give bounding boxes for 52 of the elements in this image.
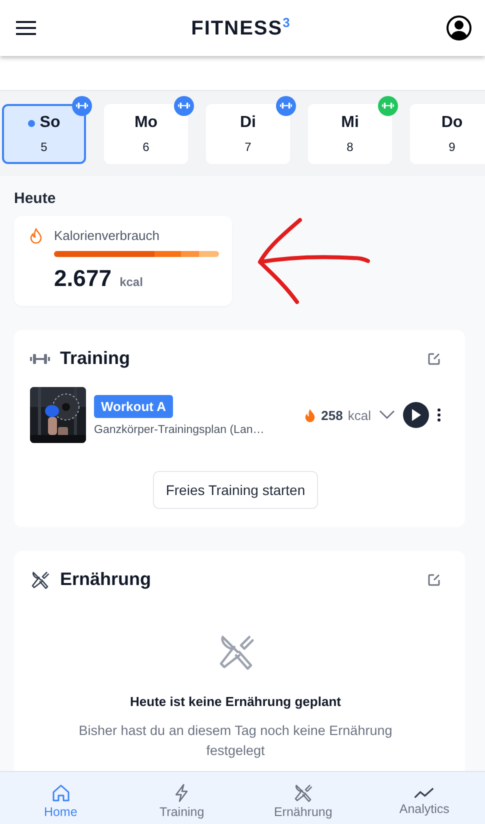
chevron-down-icon[interactable]	[379, 410, 395, 420]
dumbbell-icon	[30, 352, 50, 364]
more-icon[interactable]	[437, 408, 441, 422]
day-card[interactable]: Mi 8	[308, 104, 392, 164]
workout-kcal: 258	[321, 408, 343, 422]
day-card[interactable]: Do 9	[410, 104, 485, 164]
selected-dot	[28, 120, 35, 126]
free-training-button[interactable]: Freies Training starten	[152, 471, 318, 509]
calories-value: 2.677	[54, 265, 112, 292]
nav-item[interactable]: Training	[121, 772, 242, 824]
home-icon	[50, 783, 71, 803]
day-card[interactable]: Di 7	[206, 104, 290, 164]
calories-label: Kalorienverbrauch	[54, 228, 161, 243]
day-card[interactable]: Mo 6	[104, 104, 188, 164]
cutlery-icon	[30, 570, 50, 590]
workout-plan: Ganzkörper-Trainingsplan (Lan…	[94, 424, 266, 436]
day-label: Mo	[134, 114, 158, 132]
dumbbell-icon	[382, 102, 394, 110]
dumbbell-icon	[178, 102, 190, 110]
empty-title: Heute ist keine Ernährung geplant	[130, 694, 341, 709]
dumbbell-icon	[280, 102, 292, 110]
day-card[interactable]: So 5	[2, 104, 86, 164]
empty-text: Bisher hast du an diesem Tag noch keine Ernährung festgelegt	[78, 722, 394, 760]
play-button[interactable]	[403, 402, 429, 428]
edit-icon[interactable]	[427, 352, 441, 366]
day-date: 7	[244, 140, 252, 154]
play-icon	[411, 409, 421, 421]
app-logo: FITNESS$^{3}$	[191, 15, 291, 41]
day-date: 6	[142, 140, 150, 154]
dumbbell-icon	[76, 102, 88, 110]
day-label: Do	[441, 114, 463, 132]
menu-icon[interactable]	[16, 21, 36, 35]
day-label: Di	[240, 114, 256, 132]
day-label: Mi	[341, 114, 359, 132]
calories-unit: kcal	[120, 275, 143, 289]
trend-chart-icon	[413, 786, 436, 800]
card-title: Training	[60, 348, 132, 369]
kcal-unit: kcal	[348, 408, 371, 422]
day-date: 9	[448, 140, 456, 154]
day-date: 8	[346, 140, 354, 154]
day-label: So	[40, 114, 60, 132]
card-title: Ernährung	[60, 569, 152, 590]
nav-item[interactable]: Analytics	[364, 772, 485, 824]
cutlery-icon	[293, 783, 314, 803]
edit-icon[interactable]	[427, 572, 441, 586]
account-icon[interactable]	[446, 15, 472, 41]
flame-icon	[30, 228, 42, 244]
flame-icon	[304, 408, 316, 422]
nav-item[interactable]: Ernährung	[242, 772, 364, 824]
day-date: 5	[40, 140, 48, 154]
workout-tag[interactable]: Workout A	[94, 394, 173, 418]
section-heading: Heute	[14, 190, 57, 207]
